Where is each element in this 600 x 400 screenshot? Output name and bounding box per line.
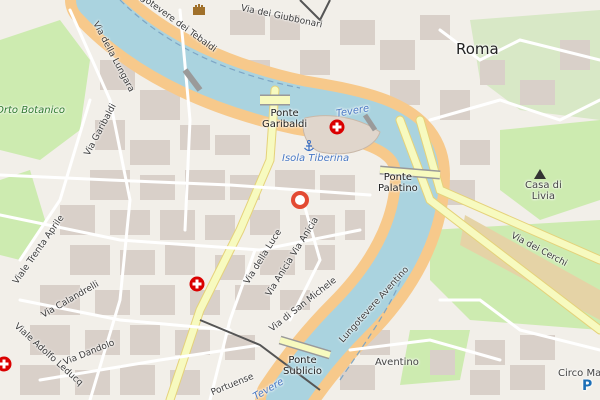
isola-tiberina-label: Isola Tiberina xyxy=(282,153,350,164)
monument-icon xyxy=(534,169,546,179)
ponte-palatino-label: Ponte Palatino xyxy=(378,172,418,194)
hospital-icon xyxy=(189,276,205,292)
casa-di-livia-label: Casa di Livia xyxy=(525,180,562,202)
map-view[interactable]: Roma Tevere Lungotevere dei Tebaldi Via … xyxy=(0,0,600,400)
metro-stop-icon: P xyxy=(582,378,593,394)
city-label: Roma xyxy=(456,40,499,58)
map-canvas xyxy=(0,0,600,400)
aventino-label: Aventino xyxy=(375,357,419,368)
location-marker-icon[interactable] xyxy=(291,191,309,209)
circo-massimo-label: Circo Massimo xyxy=(558,368,600,379)
hospital-icon xyxy=(0,356,12,372)
anchor-icon xyxy=(303,140,315,152)
castle-icon xyxy=(192,3,206,15)
hospital-icon xyxy=(329,119,345,135)
orto-botanico-label: Orto Botanico xyxy=(0,105,65,116)
ponte-sublicio-label: Ponte Sublicio xyxy=(283,355,322,377)
ponte-garibaldi-label: Ponte Garibaldi xyxy=(262,108,308,130)
